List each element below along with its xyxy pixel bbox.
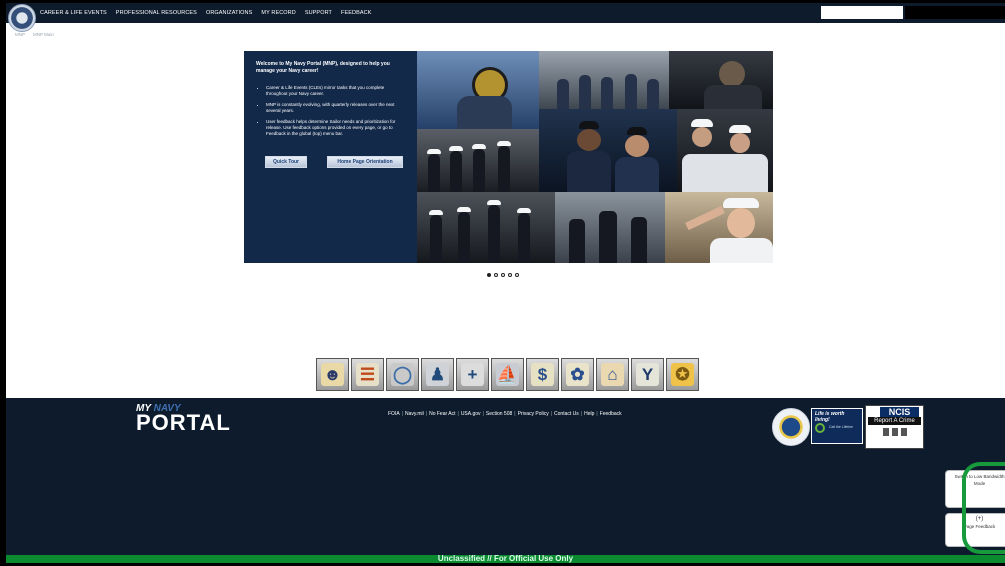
footer-link-no-fear-act[interactable]: No Fear Act <box>429 411 455 417</box>
quicklink-world[interactable]: ◯ <box>386 358 419 391</box>
hero-carousel: Welcome to My Navy Portal (MNP), designe… <box>244 51 773 263</box>
home-page-orientation-button[interactable]: Home Page Orientation <box>327 156 403 168</box>
ncis-report-crime-badge[interactable]: NCIS Report A Crime <box>865 405 924 449</box>
quicklink-advancement[interactable]: ☰ <box>351 358 384 391</box>
quick-tour-button[interactable]: Quick Tour <box>265 156 307 168</box>
lifeline-title: Life is worth living! <box>815 411 845 423</box>
menu-my-record[interactable]: MY RECORD <box>261 10 295 16</box>
quicklink-transition[interactable]: Y <box>631 358 664 391</box>
certificate-icon: ✪ <box>671 363 694 386</box>
lifeline-subtitle: Call the Lifeline <box>829 425 853 429</box>
welcome-bullet: User feedback helps determine Sailor nee… <box>266 119 405 137</box>
footer-link-foia[interactable]: FOIA <box>388 411 400 417</box>
photo-deck-crew <box>539 51 669 109</box>
ncis-subtitle: Report A Crime <box>868 417 921 425</box>
person-icon: ♟ <box>426 363 449 386</box>
navy-emblem-badge[interactable] <box>772 408 810 446</box>
quicklink-awards[interactable]: ✪ <box>666 358 699 391</box>
branch-arrow-icon: Y <box>636 363 659 386</box>
lifeline-ring-icon <box>815 423 825 433</box>
classification-banner: Unclassified // For Official Use Only <box>6 555 1005 563</box>
menu-support[interactable]: SUPPORT <box>305 10 332 16</box>
breadcrumb-current: MNP Main <box>33 32 54 37</box>
carousel-dot-4[interactable] <box>508 273 512 277</box>
ncis-title: NCIS <box>880 407 919 417</box>
search-input[interactable] <box>821 6 903 19</box>
quicklink-family[interactable]: ⌂ <box>596 358 629 391</box>
medical-cross-icon: + <box>461 363 484 386</box>
welcome-bullet: Career & Life Events (CLEs) mirror tasks… <box>266 85 405 97</box>
dollar-icon: $ <box>531 363 554 386</box>
footer-link-feedback[interactable]: Feedback <box>600 411 622 417</box>
menu-feedback[interactable]: FEEDBACK <box>341 10 371 16</box>
top-nav-bar: CAREER & LIFE EVENTS PROFESSIONAL RESOUR… <box>6 3 1005 23</box>
photo-honor-guard <box>417 129 539 192</box>
page: CAREER & LIFE EVENTS PROFESSIONAL RESOUR… <box>0 0 1005 566</box>
quicklink-fitness[interactable]: ✿ <box>561 358 594 391</box>
carousel-dot-5[interactable] <box>515 273 519 277</box>
welcome-bullet: MNP is constantly evolving, with quarter… <box>266 102 405 114</box>
suicide-prevention-badge[interactable]: Life is worth living! Call the Lifeline <box>811 408 863 444</box>
photo-sailor-headset <box>669 51 773 109</box>
welcome-title: Welcome to My Navy Portal (MNP), designe… <box>256 61 390 74</box>
portal-frame: CAREER & LIFE EVENTS PROFESSIONAL RESOUR… <box>6 3 1005 563</box>
footer-link-privacy-policy[interactable]: Privacy Policy <box>518 411 549 417</box>
quick-links-bar: ☻ ☰ ◯ ♟ + ⛵ $ ✿ ⌂ Y ✪ <box>316 358 699 391</box>
welcome-panel: Welcome to My Navy Portal (MNP), designe… <box>244 51 417 263</box>
breadcrumb: MNP MNP Main <box>15 32 54 37</box>
quicklink-medical[interactable]: + <box>456 358 489 391</box>
menu-professional-resources[interactable]: PROFESSIONAL RESOURCES <box>116 10 197 16</box>
global-menu: CAREER & LIFE EVENTS PROFESSIONAL RESOUR… <box>40 3 371 23</box>
family-house-icon: ⌂ <box>601 363 624 386</box>
highlight-ring <box>962 462 1005 554</box>
ncis-contact-icons <box>866 428 923 436</box>
footer-link-section-508[interactable]: Section 508 <box>486 411 512 417</box>
photo-saluting-sailor <box>665 192 773 263</box>
photo-officers <box>555 192 665 263</box>
photo-sailors-working <box>539 109 677 192</box>
quicklink-personnel[interactable]: ♟ <box>421 358 454 391</box>
photo-formation-salute <box>417 192 555 263</box>
sailor-icon: ☻ <box>321 363 344 386</box>
carousel-dot-1[interactable] <box>487 273 491 277</box>
footer-link-help[interactable]: Help <box>584 411 594 417</box>
footer: MY NAVY PORTAL FOIA | Navy.mil | No Fear A… <box>6 398 1005 555</box>
runner-icon: ✿ <box>566 363 589 386</box>
logo-portal-text: PORTAL <box>136 410 231 435</box>
ship-icon: ⛵ <box>496 363 519 386</box>
footer-link-navy-mil[interactable]: Navy.mil <box>405 411 424 417</box>
carousel-dot-3[interactable] <box>501 273 505 277</box>
search-button[interactable] <box>905 6 1005 19</box>
my-navy-portal-logo[interactable]: MY NAVY PORTAL <box>136 404 231 434</box>
footer-link-contact-us[interactable]: Contact Us <box>554 411 579 417</box>
photo-sailors-whites <box>677 109 773 192</box>
menu-organizations[interactable]: ORGANIZATIONS <box>206 10 252 16</box>
quicklink-ship[interactable]: ⛵ <box>491 358 524 391</box>
footer-links: FOIA | Navy.mil | No Fear Act | USA.gov | Se… <box>388 411 622 417</box>
menu-career-life-events[interactable]: CAREER & LIFE EVENTS <box>40 10 107 16</box>
globe-icon: ◯ <box>391 363 414 386</box>
carousel-pagination <box>487 273 519 277</box>
footer-link-usa-gov[interactable]: USA.gov <box>461 411 481 417</box>
ladder-icon: ☰ <box>356 363 379 386</box>
carousel-dot-2[interactable] <box>494 273 498 277</box>
welcome-bullets: Career & Life Events (CLEs) mirror tasks… <box>256 85 405 137</box>
quicklink-sailor[interactable]: ☻ <box>316 358 349 391</box>
sailor-photo-collage <box>417 51 773 263</box>
photo-pilot <box>417 51 539 129</box>
quicklink-pay[interactable]: $ <box>526 358 559 391</box>
navy-seal-logo[interactable] <box>8 4 36 32</box>
breadcrumb-home[interactable]: MNP <box>15 32 25 37</box>
